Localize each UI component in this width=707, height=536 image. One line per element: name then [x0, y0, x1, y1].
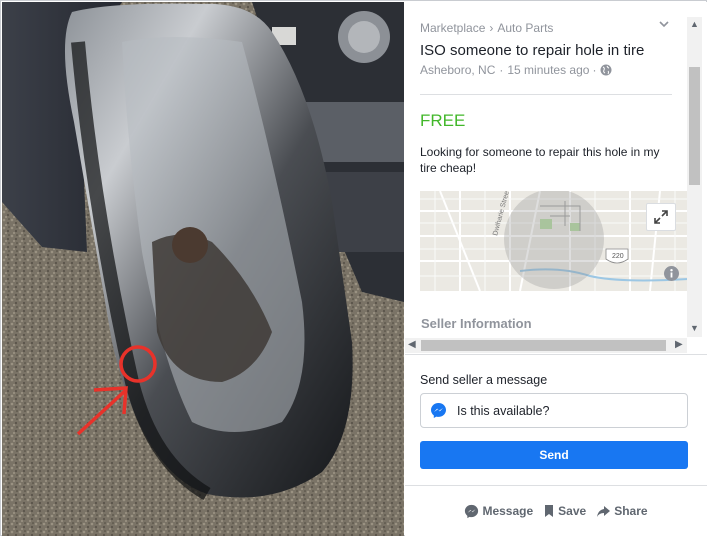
- horizontal-scrollbar[interactable]: ◀ ▶: [405, 338, 687, 353]
- route-shield-number: 220: [612, 253, 624, 260]
- save-action-label: Save: [558, 504, 587, 518]
- listing-posted-time: 15 minutes ago: [507, 63, 590, 77]
- message-input-value[interactable]: Is this available?: [457, 404, 549, 418]
- scroll-down-arrow[interactable]: ▼: [690, 323, 699, 333]
- seller-information-heading: Seller Information: [421, 316, 532, 331]
- messenger-icon: [430, 402, 447, 419]
- messenger-icon: [465, 504, 479, 518]
- scroll-up-arrow[interactable]: ▲: [690, 19, 699, 29]
- divider: [405, 485, 707, 486]
- vertical-scroll-thumb[interactable]: [689, 67, 700, 185]
- meta-separator: ·: [592, 63, 597, 77]
- send-button[interactable]: Send: [420, 441, 688, 469]
- meta-separator: ·: [499, 63, 504, 77]
- send-message-heading: Send seller a message: [420, 373, 548, 387]
- listing-title: ISO someone to repair hole in tire: [420, 42, 645, 59]
- share-arrow-icon: [597, 505, 611, 517]
- listing-price: FREE: [420, 111, 466, 130]
- message-action-label: Message: [482, 504, 534, 518]
- breadcrumb-auto-parts[interactable]: Auto Parts: [497, 21, 553, 35]
- divider: [420, 94, 672, 95]
- share-action-button[interactable]: Share: [596, 504, 648, 518]
- vertical-scrollbar[interactable]: ▲ ▼: [687, 17, 702, 337]
- listing-description: Looking for someone to repair this hole …: [420, 145, 660, 175]
- listing-details-panel: Marketplace › Auto Parts ISO someone to re…: [405, 2, 707, 536]
- save-action-button[interactable]: Save: [543, 504, 586, 518]
- info-icon[interactable]: [664, 266, 679, 281]
- message-action-button[interactable]: Message: [464, 504, 533, 519]
- expand-icon[interactable]: [646, 203, 676, 231]
- listing-location[interactable]: Asheboro, NC: [420, 63, 495, 77]
- breadcrumb: Marketplace › Auto Parts: [420, 21, 553, 35]
- listing-photo[interactable]: [2, 2, 404, 536]
- marketplace-listing-dialog: Marketplace › Auto Parts ISO someone to re…: [0, 0, 707, 536]
- chevron-down-icon[interactable]: [659, 18, 669, 32]
- globe-icon: [600, 64, 612, 76]
- listing-meta: Asheboro, NC · 15 minutes ago ·: [420, 63, 612, 77]
- location-map[interactable]: Dwiharie Street 220: [420, 191, 688, 291]
- share-action-label: Share: [614, 504, 648, 518]
- listing-details-scroll-area[interactable]: Marketplace › Auto Parts ISO someone to re…: [405, 2, 707, 354]
- breadcrumb-marketplace[interactable]: Marketplace: [420, 21, 485, 35]
- divider: [405, 354, 707, 355]
- scroll-left-arrow[interactable]: ◀: [408, 339, 416, 350]
- listing-actions: Message Save Share: [405, 501, 707, 521]
- bookmark-icon: [545, 505, 554, 517]
- horizontal-scroll-thumb[interactable]: [421, 340, 666, 351]
- scroll-right-arrow[interactable]: ▶: [675, 339, 683, 350]
- tire-photo-image: [2, 2, 404, 536]
- breadcrumb-separator: ›: [489, 21, 494, 35]
- message-input[interactable]: Is this available?: [420, 393, 688, 428]
